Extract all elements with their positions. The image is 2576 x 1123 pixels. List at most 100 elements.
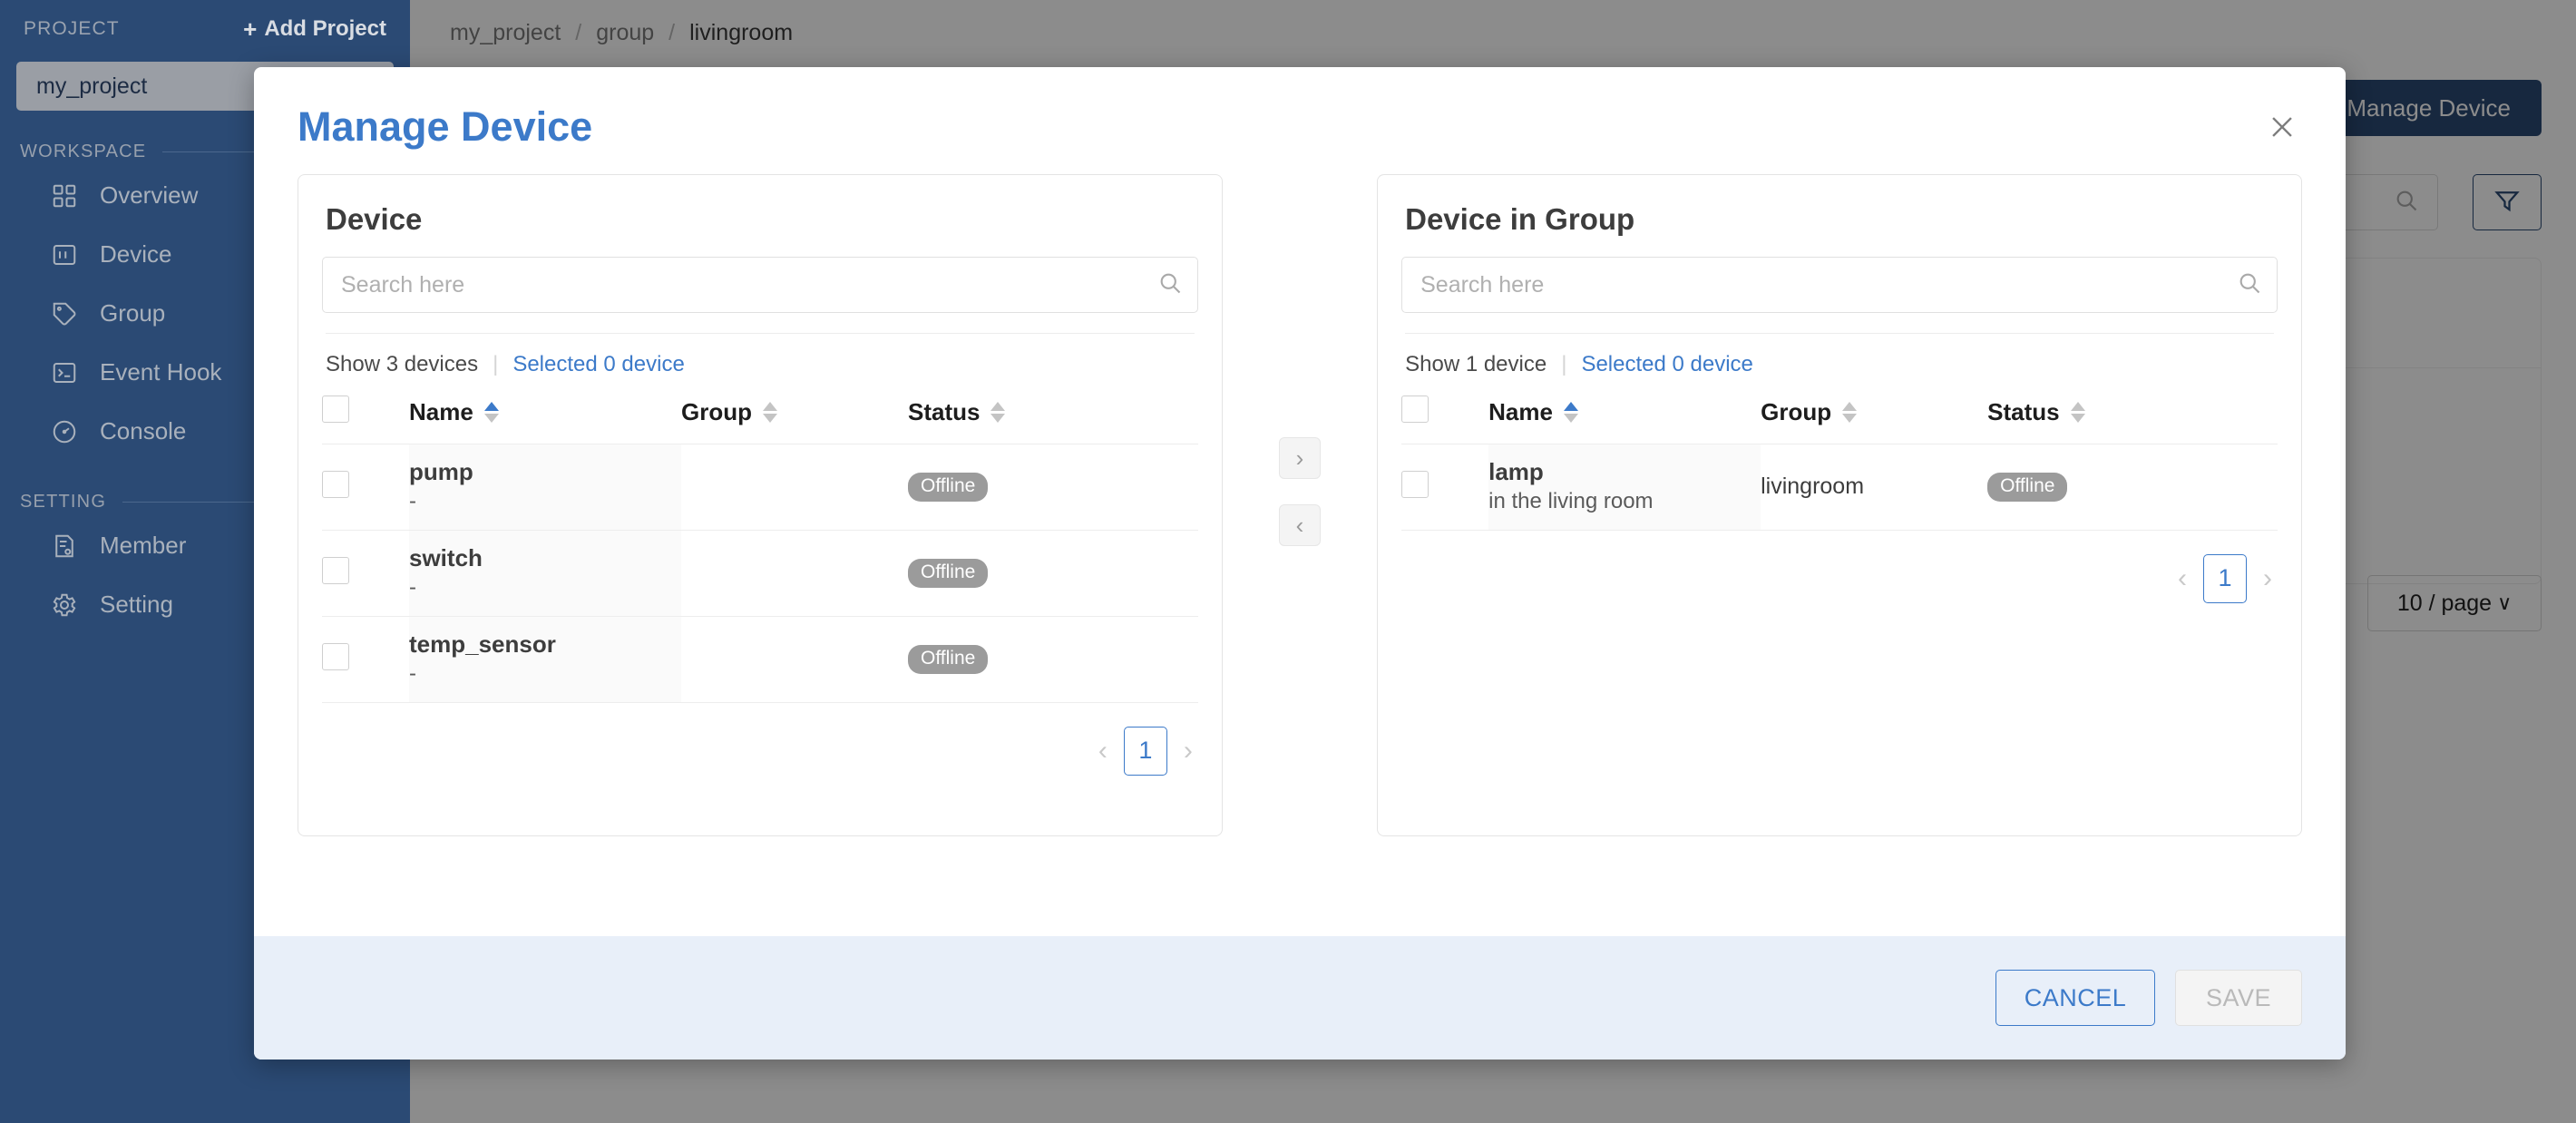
table-row[interactable]: pump - Offline bbox=[322, 444, 1198, 531]
column-header-name[interactable]: Name bbox=[409, 390, 681, 444]
select-all-checkbox[interactable] bbox=[322, 395, 349, 423]
column-label: Group bbox=[1761, 398, 1832, 425]
table-row[interactable]: lamp in the living room livingroom Offli… bbox=[1401, 443, 2278, 530]
add-project-button[interactable]: + Add Project bbox=[243, 16, 386, 42]
sidebar-item-label: Member bbox=[100, 532, 187, 559]
device-search-input[interactable]: Search here bbox=[322, 257, 1198, 313]
sort-icon[interactable] bbox=[483, 402, 499, 423]
device-selected-count[interactable]: Selected 0 device bbox=[512, 352, 684, 377]
pagination-next[interactable]: › bbox=[1184, 736, 1193, 767]
table-header-row: Name Group Status bbox=[322, 390, 1198, 444]
device-show-count: Show 3 devices bbox=[326, 352, 479, 376]
move-left-button[interactable]: ‹ bbox=[1279, 504, 1321, 546]
column-header-name[interactable]: Name bbox=[1488, 390, 1761, 444]
plus-icon: + bbox=[243, 15, 258, 43]
device-in-group-selected-count[interactable]: Selected 0 device bbox=[1581, 352, 1752, 377]
sort-icon[interactable] bbox=[1563, 402, 1578, 423]
device-meta-row: Show 3 devices | Selected 0 device bbox=[322, 334, 1198, 390]
project-selector-label: my_project bbox=[36, 73, 148, 99]
member-icon bbox=[51, 532, 78, 560]
search-icon bbox=[1157, 270, 1183, 300]
column-header-status[interactable]: Status bbox=[908, 390, 1198, 444]
save-button[interactable]: SAVE bbox=[2175, 970, 2302, 1026]
device-table: Name Group Status pump - Offline switch … bbox=[322, 390, 1198, 702]
column-header-group[interactable]: Group bbox=[1761, 390, 1987, 444]
gear-icon bbox=[51, 591, 78, 619]
gauge-icon bbox=[51, 418, 78, 445]
sidebar-section-setting-label: SETTING bbox=[20, 492, 107, 512]
divider: | bbox=[1561, 352, 1567, 376]
row-status-cell: Offline bbox=[908, 529, 1198, 617]
save-label: SAVE bbox=[2205, 983, 2272, 1011]
device-panel: Device Search here Show 3 devices | Sele… bbox=[298, 174, 1223, 836]
device-name: pump bbox=[409, 458, 473, 485]
sidebar-item-label: Device bbox=[100, 240, 172, 268]
chevron-right-icon: › bbox=[1295, 444, 1304, 472]
table-header-row: Name Group Status bbox=[1401, 390, 2278, 444]
device-in-group-panel: Device in Group Search here Show 1 devic… bbox=[1377, 174, 2302, 836]
device-panel-title: Device bbox=[326, 202, 423, 236]
row-checkbox-cell bbox=[322, 444, 409, 531]
manage-device-modal: Manage Device Device Search here Show 3 … bbox=[254, 67, 2346, 1060]
status-badge: Offline bbox=[908, 472, 989, 502]
row-checkbox[interactable] bbox=[322, 471, 349, 499]
device-in-group-pagination: ‹ 1 › bbox=[1401, 531, 2278, 607]
pagination-prev[interactable]: ‹ bbox=[2178, 563, 2187, 594]
device-description: in the living room bbox=[1488, 488, 1654, 513]
column-label: Name bbox=[409, 398, 473, 425]
status-badge: Offline bbox=[908, 558, 989, 588]
device-name: switch bbox=[409, 543, 483, 571]
grid-icon bbox=[51, 182, 78, 210]
move-right-button[interactable]: › bbox=[1279, 437, 1321, 479]
sidebar-item-label: Overview bbox=[100, 181, 199, 209]
row-checkbox[interactable] bbox=[322, 643, 349, 671]
cancel-label: CANCEL bbox=[2024, 983, 2127, 1011]
sidebar-item-label: Console bbox=[100, 417, 187, 444]
column-header-status[interactable]: Status bbox=[1987, 390, 2278, 444]
divider: | bbox=[493, 352, 499, 376]
row-status-cell: Offline bbox=[908, 444, 1198, 531]
close-icon[interactable] bbox=[2260, 105, 2304, 149]
device-in-group-table: Name Group Status lamp in the living roo… bbox=[1401, 390, 2278, 530]
sort-icon[interactable] bbox=[2070, 402, 2085, 423]
modal-body: Device Search here Show 3 devices | Sele… bbox=[254, 174, 2346, 836]
sort-icon[interactable] bbox=[1842, 402, 1858, 423]
row-checkbox-cell bbox=[322, 529, 409, 617]
row-checkbox[interactable] bbox=[1401, 471, 1429, 499]
device-in-group-search-placeholder: Search here bbox=[1420, 271, 1545, 298]
device-name: temp_sensor bbox=[409, 630, 556, 658]
sidebar-section-workspace-label: WORKSPACE bbox=[20, 142, 147, 161]
pagination-page-1[interactable]: 1 bbox=[1123, 726, 1167, 776]
row-status-cell: Offline bbox=[908, 615, 1198, 702]
sort-icon[interactable] bbox=[990, 402, 1006, 423]
cancel-button[interactable]: CANCEL bbox=[1995, 970, 2155, 1026]
pagination-next[interactable]: › bbox=[2263, 563, 2272, 594]
row-group-cell bbox=[681, 529, 908, 617]
modal-header: Manage Device bbox=[254, 67, 2346, 174]
chevron-left-icon: ‹ bbox=[1295, 512, 1304, 539]
transfer-controls: › ‹ bbox=[1223, 174, 1377, 546]
device-in-group-search-input[interactable]: Search here bbox=[1401, 257, 2278, 313]
row-checkbox[interactable] bbox=[322, 557, 349, 585]
sidebar-item-label: Group bbox=[100, 299, 166, 327]
sidebar-project-label: PROJECT bbox=[24, 18, 120, 39]
select-all-checkbox[interactable] bbox=[1401, 395, 1429, 423]
tag-icon bbox=[51, 300, 78, 327]
pagination-page-1[interactable]: 1 bbox=[2203, 553, 2247, 603]
select-all-header bbox=[1401, 390, 1488, 444]
table-row[interactable]: switch - Offline bbox=[322, 529, 1198, 617]
sort-icon[interactable] bbox=[763, 402, 777, 423]
table-row[interactable]: temp_sensor - Offline bbox=[322, 615, 1198, 702]
pagination-prev[interactable]: ‹ bbox=[1098, 736, 1107, 767]
row-name-cell: pump - bbox=[409, 444, 681, 531]
column-label: Name bbox=[1488, 398, 1553, 425]
row-name-cell: temp_sensor - bbox=[409, 615, 681, 702]
sidebar-item-label: Setting bbox=[100, 591, 173, 618]
row-name-cell: lamp in the living room bbox=[1488, 443, 1761, 530]
column-label: Group bbox=[681, 398, 752, 425]
row-status-cell: Offline bbox=[1987, 443, 2278, 530]
sidebar-item-label: Event Hook bbox=[100, 358, 222, 386]
terminal-icon bbox=[51, 359, 78, 386]
column-header-group[interactable]: Group bbox=[681, 390, 908, 444]
add-project-label: Add Project bbox=[264, 16, 386, 41]
